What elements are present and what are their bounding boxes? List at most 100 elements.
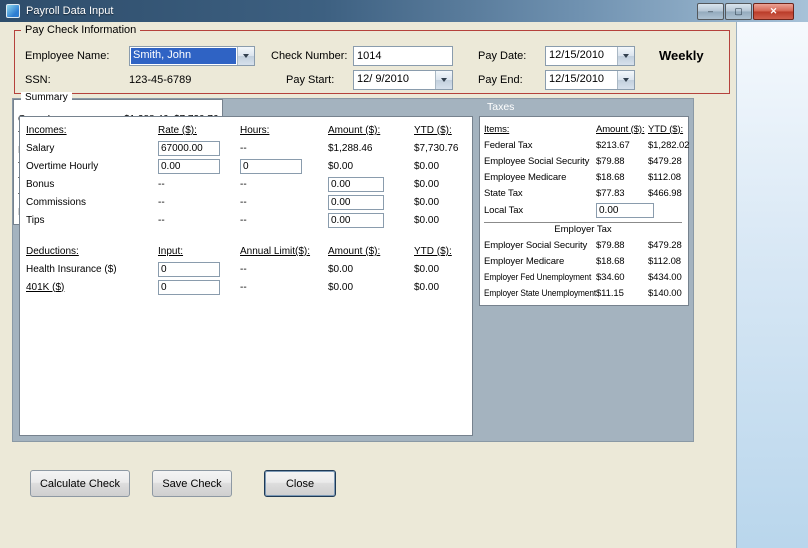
salary-rate-input[interactable] xyxy=(158,140,220,156)
employee-medicare-label: Employee Medicare xyxy=(484,171,567,183)
chevron-down-icon xyxy=(243,54,249,58)
chevron-down-icon xyxy=(623,78,629,82)
bonus-amount-input[interactable] xyxy=(328,176,384,192)
pay-end-label: Pay End: xyxy=(478,74,523,86)
ded-ytd-col-header: YTD ($): xyxy=(414,246,452,257)
calculate-check-button[interactable]: Calculate Check xyxy=(30,470,130,497)
pay-start-picker[interactable]: 12/ 9/2010 xyxy=(353,70,453,90)
close-icon: ✕ xyxy=(769,6,778,16)
pay-date-picker[interactable]: 12/15/2010 xyxy=(545,46,635,66)
health-insurance-amount: $0.00 xyxy=(328,263,354,275)
pay-end-dropdown-button[interactable] xyxy=(617,71,634,89)
deductions-col-header: Deductions: xyxy=(26,246,79,257)
incomes-deductions-panel: Incomes: Rate ($): Hours: Amount ($): YT… xyxy=(19,116,473,436)
employee-name-label: Employee Name: xyxy=(25,50,110,62)
health-insurance-input[interactable] xyxy=(158,261,220,277)
salary-label: Salary xyxy=(26,142,55,154)
local-tax-input[interactable] xyxy=(596,202,654,218)
close-check-button[interactable]: Close xyxy=(264,470,336,497)
incomes-col-header: Incomes: xyxy=(26,125,67,136)
employer-ss-ytd: $479.28 xyxy=(648,239,682,251)
employee-medicare-ytd: $112.08 xyxy=(648,171,681,183)
minimize-icon: – xyxy=(707,6,713,16)
employee-ss-amount: $79.88 xyxy=(596,155,625,167)
state-tax-amount: $77.83 xyxy=(596,187,625,199)
employer-ss-amount: $79.88 xyxy=(596,239,625,251)
row-tips: Tips -- -- $0.00 xyxy=(26,211,472,229)
salary-ytd: $7,730.76 xyxy=(414,142,459,154)
row-bonus: Bonus -- -- $0.00 xyxy=(26,175,472,193)
row-salary: Salary -- $1,288.46 $7,730.76 xyxy=(26,139,472,157)
employer-state-unemp-amount: $11.15 xyxy=(596,287,624,299)
employee-name-dropdown-button[interactable] xyxy=(237,47,254,65)
employer-medicare-amount: $18.68 xyxy=(596,255,625,267)
employer-medicare-label: Employer Medicare xyxy=(484,255,565,267)
employee-name-select[interactable]: Smith, John xyxy=(129,46,255,66)
payroll-form: Pay Check Information Employee Name: Smi… xyxy=(0,22,737,548)
input-col-header: Input: xyxy=(158,246,184,257)
employer-fed-unemp-label: Employer Fed Unemployment xyxy=(484,271,592,283)
row-employer-state-unemployment: Employer State Unemployment $11.15 $140.… xyxy=(484,285,688,301)
ssn-label: SSN: xyxy=(25,74,51,86)
health-insurance-ytd: $0.00 xyxy=(414,263,440,275)
maximize-button[interactable]: ▢ xyxy=(725,3,752,20)
employer-fed-unemp-amount: $34.60 xyxy=(596,271,625,283)
health-insurance-limit: -- xyxy=(240,263,247,275)
pay-date-label: Pay Date: xyxy=(478,50,527,62)
pay-start-value: 12/ 9/2010 xyxy=(357,73,409,85)
close-button[interactable]: ✕ xyxy=(753,3,794,20)
ssn-value: 123-45-6789 xyxy=(129,74,192,86)
401k-ytd: $0.00 xyxy=(414,281,440,293)
window-titlebar: Payroll Data Input – ▢ ✕ xyxy=(0,0,808,22)
tips-amount-input[interactable] xyxy=(328,212,384,228)
employer-state-unemp-ytd: $140.00 xyxy=(648,287,682,299)
bonus-rate: -- xyxy=(158,178,165,190)
overtime-hours-input[interactable] xyxy=(240,158,302,174)
taxes-panel: Items: Amount ($): YTD ($): Federal Tax … xyxy=(479,116,689,306)
pay-frequency-label: Weekly xyxy=(659,48,704,63)
row-401k: 401K ($) -- $0.00 $0.00 xyxy=(26,278,472,296)
row-employee-social-security: Employee Social Security $79.88 $479.28 xyxy=(484,153,688,169)
maximize-icon: ▢ xyxy=(734,6,743,16)
save-check-button[interactable]: Save Check xyxy=(152,470,232,497)
employee-ss-label: Employee Social Security xyxy=(484,155,590,167)
employee-ss-ytd: $479.28 xyxy=(648,155,682,167)
paycheck-info-group: Pay Check Information Employee Name: Smi… xyxy=(14,24,730,94)
bonus-ytd: $0.00 xyxy=(414,178,440,190)
commissions-hours: -- xyxy=(240,196,247,208)
app-icon xyxy=(6,4,20,18)
commissions-label: Commissions xyxy=(26,196,87,208)
commissions-amount-input[interactable] xyxy=(328,194,384,210)
check-number-label: Check Number: xyxy=(271,50,348,62)
pay-start-dropdown-button[interactable] xyxy=(435,71,452,89)
pay-date-value: 12/15/2010 xyxy=(549,49,605,61)
tips-label: Tips xyxy=(26,214,45,226)
pay-end-picker[interactable]: 12/15/2010 xyxy=(545,70,635,90)
chevron-down-icon xyxy=(623,54,629,58)
overtime-rate-input[interactable] xyxy=(158,158,220,174)
401k-amount: $0.00 xyxy=(328,281,354,293)
pay-start-label: Pay Start: xyxy=(286,74,335,86)
row-health-insurance: Health Insurance ($) -- $0.00 $0.00 xyxy=(26,260,472,278)
row-employer-medicare: Employer Medicare $18.68 $112.08 xyxy=(484,253,688,269)
amount-col-header: Amount ($): xyxy=(328,125,381,136)
row-local-tax: Local Tax xyxy=(484,201,688,219)
window-title: Payroll Data Input xyxy=(26,5,114,17)
panels-container: Incomes and Deductions Taxes Incomes: Ra… xyxy=(12,92,694,442)
summary-group-label: Summary xyxy=(21,92,72,103)
deductions-header-row: Deductions: Input: Annual Limit($): Amou… xyxy=(26,243,472,260)
check-number-input[interactable] xyxy=(353,46,453,66)
pay-date-dropdown-button[interactable] xyxy=(617,47,634,65)
incomes-header-row: Incomes: Rate ($): Hours: Amount ($): YT… xyxy=(26,122,472,139)
row-employer-social-security: Employer Social Security $79.88 $479.28 xyxy=(484,237,688,253)
minimize-button[interactable]: – xyxy=(697,3,724,20)
401k-link[interactable]: 401K ($) xyxy=(26,282,158,293)
taxes-section-header: Taxes xyxy=(487,101,515,113)
local-tax-label: Local Tax xyxy=(484,204,524,216)
federal-tax-ytd: $1,282.02 xyxy=(648,139,690,151)
salary-amount: $1,288.46 xyxy=(328,142,373,154)
taxes-header-row: Items: Amount ($): YTD ($): xyxy=(484,121,688,137)
401k-input[interactable] xyxy=(158,279,220,295)
commissions-rate: -- xyxy=(158,196,165,208)
bonus-label: Bonus xyxy=(26,178,55,190)
